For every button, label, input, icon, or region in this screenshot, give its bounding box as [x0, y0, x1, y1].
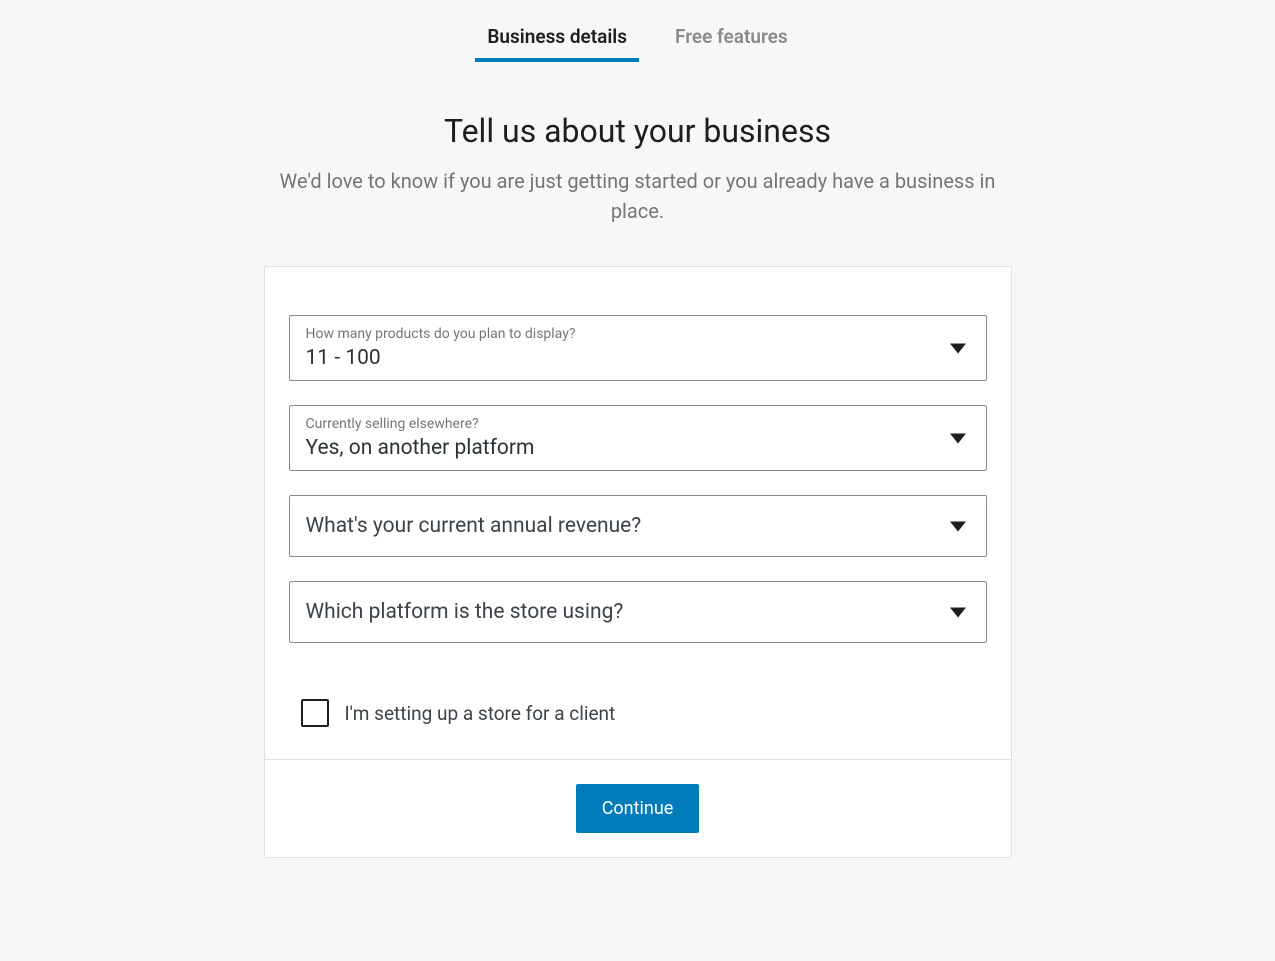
client-checkbox[interactable] [301, 699, 329, 727]
page-subtitle: We'd love to know if you are just gettin… [258, 166, 1018, 226]
chevron-down-icon [950, 517, 966, 536]
page-title: Tell us about your business [156, 112, 1119, 150]
products-select-label: How many products do you plan to display… [306, 326, 970, 342]
products-select-value: 11 - 100 [306, 346, 970, 370]
revenue-select-placeholder: What's your current annual revenue? [306, 506, 970, 546]
client-checkbox-label: I'm setting up a store for a client [345, 702, 616, 725]
platform-select-placeholder: Which platform is the store using? [306, 592, 970, 632]
products-select[interactable]: How many products do you plan to display… [289, 315, 987, 381]
selling-select-label: Currently selling elsewhere? [306, 416, 970, 432]
selling-select-value: Yes, on another platform [306, 436, 970, 460]
platform-select[interactable]: Which platform is the store using? [289, 581, 987, 643]
tabs-nav: Business details Free features [136, 25, 1139, 62]
chevron-down-icon [950, 429, 966, 448]
form-footer: Continue [265, 759, 1011, 857]
revenue-select[interactable]: What's your current annual revenue? [289, 495, 987, 557]
setup-wizard-container: Business details Free features Tell us a… [136, 0, 1139, 858]
tab-label: Business details [487, 25, 627, 48]
client-checkbox-row: I'm setting up a store for a client [289, 699, 987, 727]
chevron-down-icon [950, 603, 966, 622]
page-header: Tell us about your business We'd love to… [136, 112, 1139, 226]
form-body: How many products do you plan to display… [265, 267, 1011, 759]
tab-free-features[interactable]: Free features [675, 25, 788, 62]
continue-button[interactable]: Continue [576, 784, 700, 833]
chevron-down-icon [950, 339, 966, 358]
form-card: How many products do you plan to display… [264, 266, 1012, 858]
selling-elsewhere-select[interactable]: Currently selling elsewhere? Yes, on ano… [289, 405, 987, 471]
tab-business-details[interactable]: Business details [487, 25, 627, 62]
tab-label: Free features [675, 25, 788, 48]
